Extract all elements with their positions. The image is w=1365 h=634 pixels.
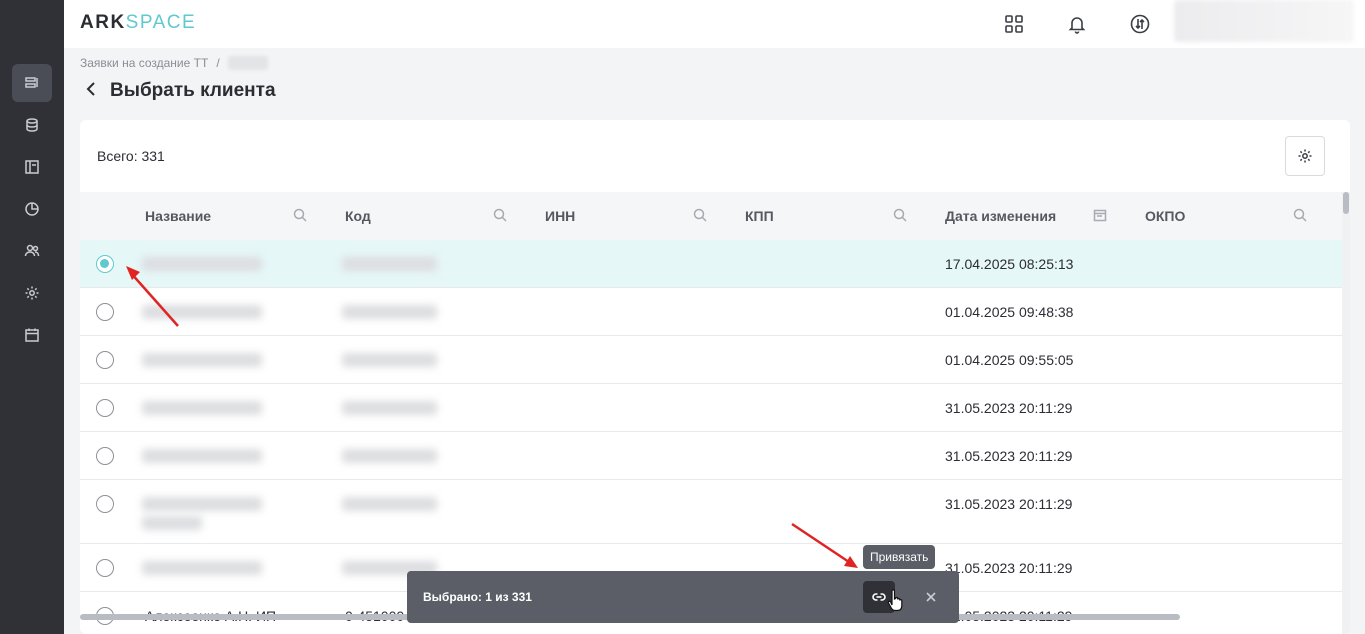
gear-icon	[25, 286, 39, 300]
table-settings-button[interactable]	[1285, 136, 1325, 176]
sidebar-item-calendar[interactable]	[12, 316, 52, 354]
row-radio[interactable]	[96, 495, 114, 513]
column-header-inn[interactable]: ИНН	[545, 192, 575, 240]
vertical-scroll-thumb[interactable]	[1343, 192, 1349, 214]
search-icon[interactable]	[293, 208, 309, 224]
client-name-redacted	[142, 449, 262, 463]
column-header-name[interactable]: Название	[145, 192, 211, 240]
layout-icon	[25, 160, 39, 174]
user-profile[interactable]	[1174, 0, 1354, 42]
client-name-redacted	[142, 257, 262, 271]
page-title: Выбрать клиента	[110, 80, 276, 101]
database-icon	[26, 118, 38, 132]
column-header-date[interactable]: Дата изменения	[945, 192, 1056, 240]
back-arrow-icon[interactable]	[84, 81, 100, 102]
gear-icon	[1298, 149, 1312, 163]
sidebar-item-database[interactable]	[12, 106, 52, 144]
total-count: Всего: 331	[97, 148, 165, 164]
table-row[interactable]: 01.04.2025 09:55:05	[80, 336, 1342, 384]
sidebar-item-requests[interactable]	[12, 64, 52, 102]
link-tooltip: Привязать	[863, 545, 936, 569]
link-button[interactable]	[863, 581, 895, 613]
sidebar-item-settings[interactable]	[12, 274, 52, 312]
search-icon[interactable]	[693, 208, 709, 224]
client-name-redacted	[142, 497, 262, 511]
sync-icon[interactable]	[1128, 12, 1152, 36]
client-code-redacted	[342, 449, 437, 463]
selection-bar: Выбрано: 1 из 331	[407, 571, 959, 623]
sidebar-item-users[interactable]	[12, 232, 52, 270]
title-row: Выбрать клиента	[84, 80, 276, 102]
date-cell: 31.05.2023 20:11:29	[945, 448, 1073, 464]
table-row[interactable]: 17.04.2025 08:25:13	[80, 240, 1342, 288]
breadcrumb-separator: /	[216, 56, 220, 70]
sidebar-item-reports[interactable]	[12, 190, 52, 228]
close-selection-button[interactable]	[921, 587, 941, 607]
logo[interactable]: ARKSPACE	[80, 12, 196, 34]
calendar-icon	[25, 328, 39, 342]
breadcrumb: Заявки на создание ТТ /	[80, 56, 268, 70]
client-name-redacted	[142, 401, 262, 415]
search-icon[interactable]	[893, 208, 909, 224]
breadcrumb-current	[227, 56, 268, 70]
selection-count: Выбрано: 1 из 331	[423, 590, 532, 604]
client-code-redacted	[342, 257, 437, 271]
clients-table-card: Всего: 331 Название Код ИНН КПП Дата изм…	[80, 120, 1350, 634]
date-cell: 31.05.2023 20:11:29	[945, 496, 1073, 512]
date-cell: 31.05.2023 20:11:29	[945, 560, 1073, 576]
close-icon	[926, 592, 936, 602]
sidebar-item-layout[interactable]	[12, 148, 52, 186]
table-row[interactable]: 31.05.2023 20:11:29	[80, 480, 1342, 544]
column-header-okpo[interactable]: ОКПО	[1145, 192, 1185, 240]
table-row[interactable]: 31.05.2023 20:11:29	[80, 432, 1342, 480]
client-code-redacted	[342, 353, 437, 367]
client-name-redacted	[142, 516, 202, 530]
breadcrumb-parent[interactable]: Заявки на создание ТТ	[80, 56, 208, 70]
date-cell: 31.05.2023 20:11:29	[945, 400, 1073, 416]
bell-icon[interactable]	[1065, 12, 1089, 36]
calendar-icon[interactable]	[1093, 208, 1109, 224]
client-name-redacted	[142, 353, 262, 367]
row-radio[interactable]	[96, 255, 114, 273]
top-header: ARKSPACE	[64, 0, 1365, 48]
pie-chart-icon	[25, 202, 39, 216]
vertical-scrollbar[interactable]	[1342, 192, 1350, 634]
link-icon	[872, 593, 886, 601]
client-code-redacted	[342, 497, 437, 511]
table-row[interactable]: 01.04.2025 09:48:38	[80, 288, 1342, 336]
column-header-kpp[interactable]: КПП	[745, 192, 774, 240]
row-radio[interactable]	[96, 559, 114, 577]
search-icon[interactable]	[493, 208, 509, 224]
sidebar	[0, 0, 64, 634]
table-header: Название Код ИНН КПП Дата изменения ОКПО	[80, 192, 1342, 240]
row-radio[interactable]	[96, 303, 114, 321]
column-header-code[interactable]: Код	[345, 192, 371, 240]
row-radio[interactable]	[96, 447, 114, 465]
date-cell: 01.04.2025 09:55:05	[945, 352, 1074, 368]
apps-grid-icon[interactable]	[1002, 12, 1026, 36]
row-radio[interactable]	[96, 351, 114, 369]
client-code-redacted	[342, 305, 437, 319]
row-radio[interactable]	[96, 399, 114, 417]
date-cell: 01.04.2025 09:48:38	[945, 304, 1074, 320]
client-name-redacted	[142, 561, 262, 575]
client-code-redacted	[342, 401, 437, 415]
requests-icon	[25, 77, 38, 88]
date-cell: 17.04.2025 08:25:13	[945, 256, 1074, 272]
search-icon[interactable]	[1293, 208, 1309, 224]
users-icon	[24, 244, 40, 257]
client-name-redacted	[142, 305, 262, 319]
table-row[interactable]: 31.05.2023 20:11:29	[80, 384, 1342, 432]
